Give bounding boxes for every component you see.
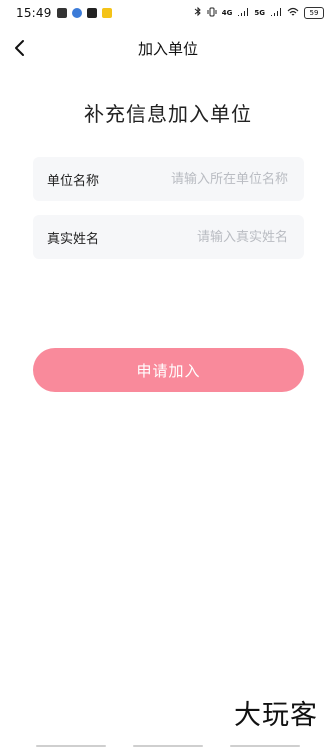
wifi-icon — [287, 6, 299, 20]
form-heading: 补充信息加入单位 — [84, 102, 252, 126]
real-name-label: 真实姓名 — [47, 231, 100, 247]
chevron-left-icon — [15, 40, 24, 56]
notification-icon — [101, 8, 112, 18]
battery-icon: 59 — [304, 7, 324, 19]
gesture-bar — [36, 745, 300, 748]
gesture-segment — [133, 745, 203, 747]
video-icon — [86, 8, 97, 18]
cloud-icon — [56, 8, 67, 18]
signal-4g-label: 4G — [221, 9, 233, 17]
signal-5g-label: 5G — [254, 9, 265, 17]
watermark-logo: 大玩客 — [234, 700, 318, 731]
signal-icon — [237, 6, 249, 20]
gesture-segment — [36, 745, 106, 747]
status-right: 4G 5G 59 — [194, 6, 324, 20]
apply-join-button[interactable]: 申请加入 — [33, 348, 304, 392]
bluetooth-icon — [194, 6, 202, 20]
unit-name-field: 单位名称 — [33, 157, 304, 201]
real-name-input[interactable] — [136, 228, 290, 246]
status-time: 15:49 — [16, 6, 52, 20]
real-name-field: 真实姓名 — [33, 215, 304, 259]
gesture-segment — [230, 745, 300, 747]
vibrate-icon — [207, 6, 217, 20]
nav-bar: 加入单位 — [0, 26, 336, 70]
status-left: 15:49 — [16, 6, 112, 20]
signal-icon — [270, 6, 282, 20]
status-bar: 15:49 4G 5G 59 — [0, 0, 336, 26]
unit-name-label: 单位名称 — [47, 173, 100, 189]
back-button[interactable] — [4, 30, 36, 66]
unit-name-input[interactable] — [136, 170, 290, 188]
app-icon — [71, 8, 82, 18]
page-title: 加入单位 — [137, 39, 198, 58]
